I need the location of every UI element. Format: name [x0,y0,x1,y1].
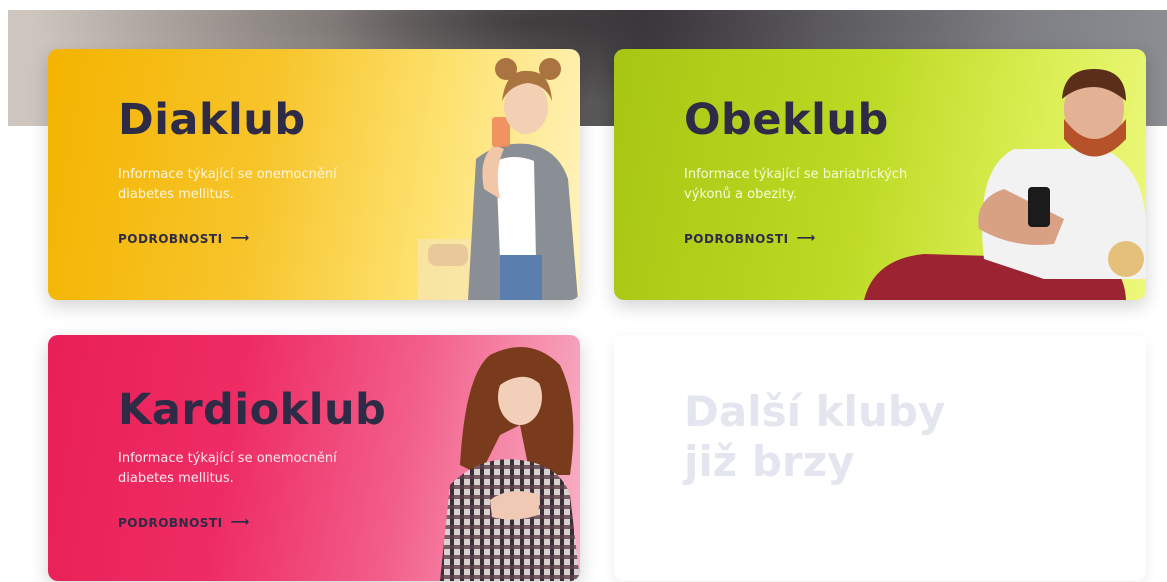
details-link-label: PODROBNOSTI [118,231,223,246]
club-title: Kardioklub [118,385,387,435]
club-title: Diaklub [118,95,306,145]
club-card-obeklub[interactable]: Obeklub Informace týkající se bariatrick… [614,49,1146,300]
man-with-phone-photo [864,49,1146,300]
details-link[interactable]: PODROBNOSTI ⟶ [684,231,816,246]
coming-soon-card: Další kluby již brzy [614,335,1146,581]
arrow-right-icon: ⟶ [796,231,816,246]
details-link-label: PODROBNOSTI [118,515,223,530]
details-link[interactable]: PODROBNOSTI ⟶ [118,231,250,246]
club-card-diaklub[interactable]: Diaklub Informace týkající se onemocnění… [48,49,580,300]
woman-hand-on-heart-photo [420,335,580,581]
club-description: Informace týkající se onemocnění diabete… [118,451,337,486]
club-title: Obeklub [684,95,889,145]
arrow-right-icon: ⟶ [230,231,250,246]
club-card-kardioklub[interactable]: Kardioklub Informace týkající se onemocn… [48,335,580,581]
woman-with-drink-photo [418,49,580,300]
details-link[interactable]: PODROBNOSTI ⟶ [118,515,250,530]
coming-soon-title: Další kluby již brzy [684,387,946,486]
details-link-label: PODROBNOSTI [684,231,789,246]
arrow-right-icon: ⟶ [230,515,250,530]
club-description: Informace týkající se onemocnění diabete… [118,167,337,202]
